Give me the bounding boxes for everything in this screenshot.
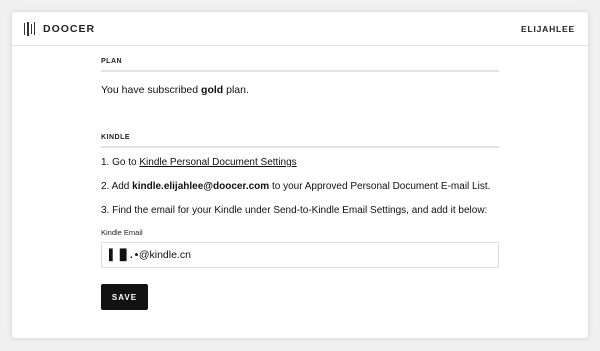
user-menu-link[interactable]: ELIJAHLEE: [521, 24, 575, 34]
plan-section: PLAN You have subscribed gold plan.: [101, 58, 499, 96]
plan-description: You have subscribed gold plan.: [101, 84, 249, 96]
kindle-section-title: KINDLE: [101, 134, 499, 148]
settings-card: DOOCER ELIJAHLEE PLAN You have subscribe…: [12, 12, 588, 338]
email-domain: @kindle.cn: [138, 249, 191, 261]
kindle-email-label: Kindle Email: [101, 228, 143, 237]
brand-name: DOOCER: [43, 22, 96, 35]
doocer-email: kindle.elijahlee@doocer.com: [132, 181, 270, 192]
step-1: 1. Go to Kindle Personal Document Settin…: [101, 157, 297, 168]
save-button[interactable]: SAVE: [101, 284, 148, 310]
plan-section-title: PLAN: [101, 58, 499, 72]
step-2: 2. Add kindle.elijahlee@doocer.com to yo…: [101, 181, 491, 192]
brand[interactable]: DOOCER: [24, 21, 96, 36]
kindle-email-input[interactable]: ▌▐▌. • @kindle.cn: [101, 242, 499, 268]
kindle-steps: 1. Go to Kindle Personal Document Settin…: [101, 156, 499, 218]
logo-icon: [24, 21, 35, 36]
masked-email-prefix: ▌▐▌. •: [109, 249, 138, 261]
main-content: PLAN You have subscribed gold plan. KIND…: [101, 58, 499, 310]
kindle-section: KINDLE 1. Go to Kindle Personal Document…: [101, 134, 499, 310]
top-bar: DOOCER ELIJAHLEE: [12, 12, 588, 46]
plan-name: gold: [201, 84, 224, 96]
step-3: 3. Find the email for your Kindle under …: [101, 205, 488, 216]
kindle-settings-link[interactable]: Kindle Personal Document Settings: [139, 157, 296, 168]
